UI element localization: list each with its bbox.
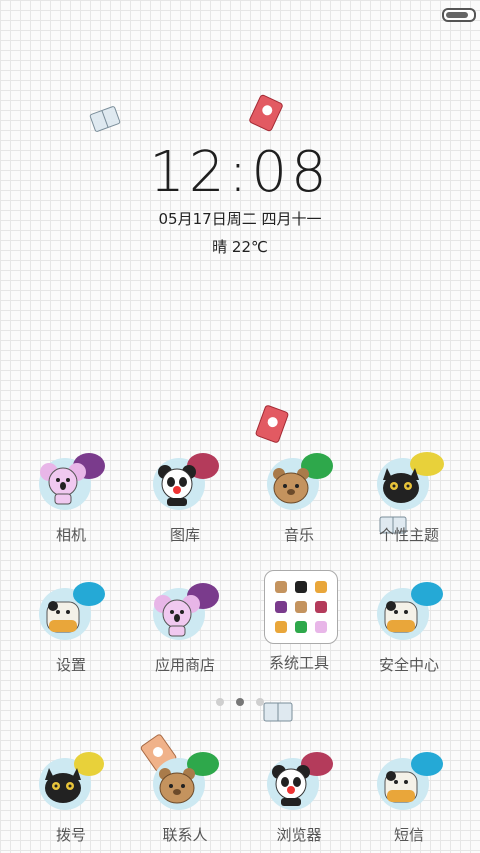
cow-icon	[369, 750, 449, 820]
panda-icon	[145, 450, 225, 520]
app-label: 相机	[55, 526, 86, 544]
app-label: 图库	[169, 526, 200, 544]
clock-time[interactable]: 12:08	[0, 140, 480, 205]
koala-icon	[145, 580, 225, 650]
panda-icon	[259, 750, 339, 820]
battery-icon	[442, 8, 476, 22]
page-dot[interactable]	[236, 698, 244, 706]
app-browser[interactable]: 浏览器	[244, 750, 354, 850]
cat-icon	[369, 450, 449, 520]
app-label: 联系人	[162, 826, 208, 844]
app-label: 设置	[55, 656, 86, 674]
page-dot[interactable]	[216, 698, 224, 706]
app-store[interactable]: 应用商店	[130, 580, 240, 680]
app-messages[interactable]: 短信	[354, 750, 464, 850]
bear-icon	[259, 450, 339, 520]
app-camera[interactable]: 相机	[16, 450, 126, 550]
cow-icon	[31, 580, 111, 650]
page-dot[interactable]	[256, 698, 264, 706]
app-music[interactable]: 音乐	[244, 450, 354, 550]
app-label: 安全中心	[378, 656, 439, 674]
app-security[interactable]: 安全中心	[354, 580, 464, 680]
folder-system-tools[interactable]: 系统工具	[244, 570, 354, 672]
date-text[interactable]: 05月17日周二 四月十一	[0, 208, 480, 229]
page-indicator	[0, 698, 480, 710]
red-book-sticker-icon	[249, 94, 283, 132]
cow-icon	[369, 580, 449, 650]
app-label: 拨号	[55, 826, 86, 844]
app-label: 浏览器	[276, 826, 322, 844]
weather-text[interactable]: 晴 22℃	[0, 236, 480, 257]
red-book-sticker-icon	[255, 405, 289, 443]
app-label: 个性主题	[378, 526, 439, 544]
bear-icon	[145, 750, 225, 820]
app-contacts[interactable]: 联系人	[130, 750, 240, 850]
koala-icon	[31, 450, 111, 520]
app-label: 短信	[393, 826, 424, 844]
app-label: 系统工具	[268, 654, 329, 672]
cat-icon	[31, 750, 111, 820]
folder-icon	[259, 570, 339, 646]
app-settings[interactable]: 设置	[16, 580, 126, 680]
app-label: 应用商店	[154, 656, 215, 674]
app-gallery[interactable]: 图库	[130, 450, 240, 550]
app-themes[interactable]: 个性主题	[354, 450, 464, 550]
app-dialer[interactable]: 拨号	[16, 750, 126, 850]
app-label: 音乐	[283, 526, 314, 544]
book-sticker-icon	[89, 106, 121, 132]
